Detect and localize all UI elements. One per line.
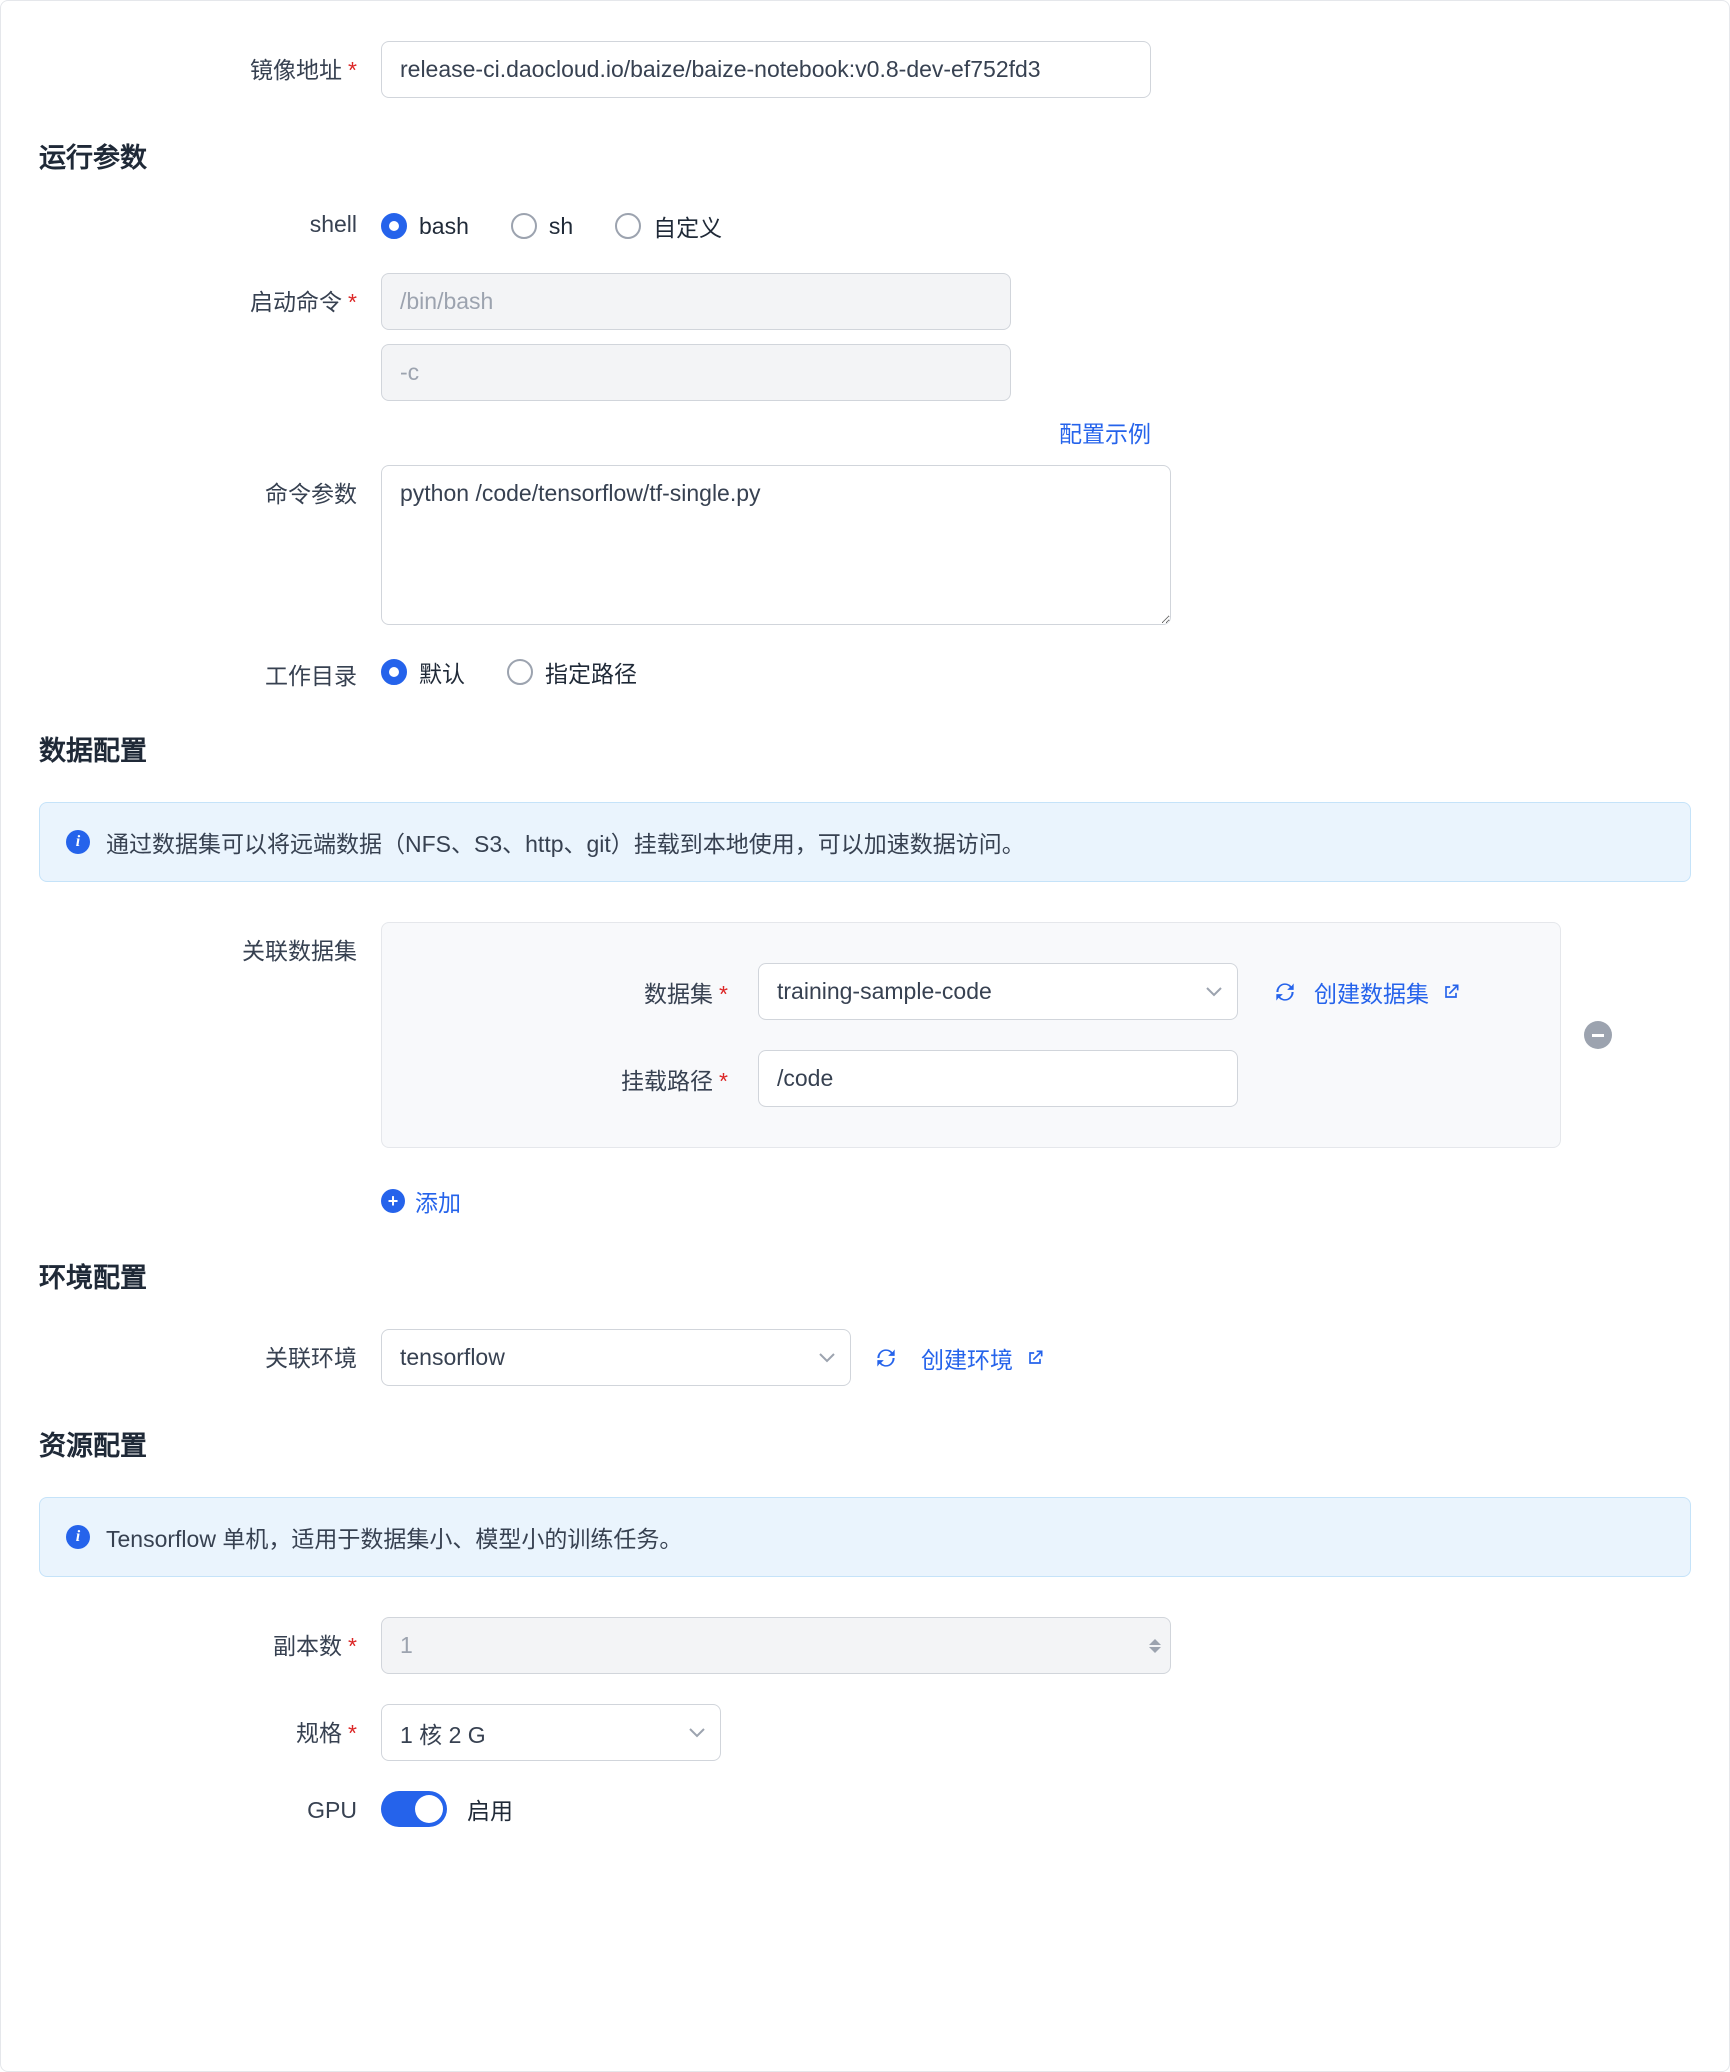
radio-label: bash (419, 213, 469, 240)
dataset-select[interactable] (758, 963, 1238, 1020)
refresh-icon[interactable] (1272, 979, 1298, 1005)
radio-icon (381, 659, 407, 685)
create-dataset-link[interactable]: 创建数据集 (1314, 975, 1461, 1009)
assoc-dataset-label: 关联数据集 (31, 922, 381, 966)
shell-radio-group: bash sh 自定义 (381, 209, 722, 243)
radio-icon (507, 659, 533, 685)
info-text: 通过数据集可以将远端数据（NFS、S3、http、git）挂载到本地使用，可以加… (106, 825, 1025, 859)
env-select[interactable] (381, 1329, 851, 1386)
radio-label: 自定义 (653, 209, 722, 243)
dataset-label: 数据集 (412, 975, 742, 1009)
radio-label: 指定路径 (545, 655, 637, 689)
workdir-label: 工作目录 (31, 655, 381, 691)
info-text: Tensorflow 单机，适用于数据集小、模型小的训练任务。 (106, 1520, 682, 1554)
cmd-args-label: 命令参数 (31, 465, 381, 509)
startup-arg-input (381, 344, 1011, 401)
env-select-input[interactable] (381, 1329, 851, 1386)
spec-label: 规格 (31, 1704, 381, 1748)
resource-config-info: i Tensorflow 单机，适用于数据集小、模型小的训练任务。 (39, 1497, 1691, 1577)
radio-icon (615, 213, 641, 239)
shell-label: shell (31, 209, 381, 238)
refresh-icon[interactable] (873, 1345, 899, 1371)
spec-select-input[interactable] (381, 1704, 721, 1761)
info-icon: i (66, 1525, 90, 1549)
stepper-down-icon (1149, 1647, 1161, 1653)
radio-label: sh (549, 213, 573, 240)
config-example-link[interactable]: 配置示例 (499, 415, 1151, 449)
data-config-info: i 通过数据集可以将远端数据（NFS、S3、http、git）挂载到本地使用，可… (39, 802, 1691, 882)
add-dataset-button[interactable]: + 添加 (381, 1184, 461, 1218)
workdir-radio-group: 默认 指定路径 (381, 655, 637, 689)
mount-path-label: 挂载路径 (412, 1062, 742, 1096)
radio-icon (511, 213, 537, 239)
mount-path-input[interactable] (758, 1050, 1238, 1107)
replicas-input (381, 1617, 1171, 1674)
workdir-radio-default[interactable]: 默认 (381, 655, 465, 689)
env-config-title: 环境配置 (39, 1256, 1699, 1295)
image-address-label: 镜像地址 (31, 41, 381, 85)
workdir-radio-custom[interactable]: 指定路径 (507, 655, 637, 689)
gpu-toggle[interactable] (381, 1791, 447, 1827)
remove-dataset-button[interactable] (1584, 1021, 1612, 1049)
cmd-args-textarea[interactable]: python /code/tensorflow/tf-single.py (381, 465, 1171, 625)
run-params-title: 运行参数 (39, 136, 1699, 175)
external-link-icon (1025, 1348, 1045, 1368)
resource-config-title: 资源配置 (39, 1424, 1699, 1463)
startup-cmd-label: 启动命令 (31, 273, 381, 317)
gpu-label: GPU (31, 1791, 381, 1824)
data-config-title: 数据配置 (39, 729, 1699, 768)
spec-select[interactable] (381, 1704, 721, 1761)
dataset-select-input[interactable] (758, 963, 1238, 1020)
shell-radio-bash[interactable]: bash (381, 213, 469, 240)
gpu-status: 启用 (467, 1792, 513, 1826)
image-address-input[interactable] (381, 41, 1151, 98)
info-icon: i (66, 830, 90, 854)
dataset-box: 数据集 创建数据集 (381, 922, 1561, 1148)
radio-icon (381, 213, 407, 239)
shell-radio-custom[interactable]: 自定义 (615, 209, 722, 243)
external-link-icon (1441, 982, 1461, 1002)
replicas-label: 副本数 (31, 1617, 381, 1661)
radio-label: 默认 (419, 655, 465, 689)
assoc-env-label: 关联环境 (31, 1329, 381, 1373)
stepper-up-icon (1149, 1639, 1161, 1645)
create-env-link[interactable]: 创建环境 (921, 1341, 1045, 1375)
number-stepper (1149, 1639, 1161, 1653)
shell-radio-sh[interactable]: sh (511, 213, 573, 240)
startup-cmd-input (381, 273, 1011, 330)
plus-icon: + (381, 1189, 405, 1213)
